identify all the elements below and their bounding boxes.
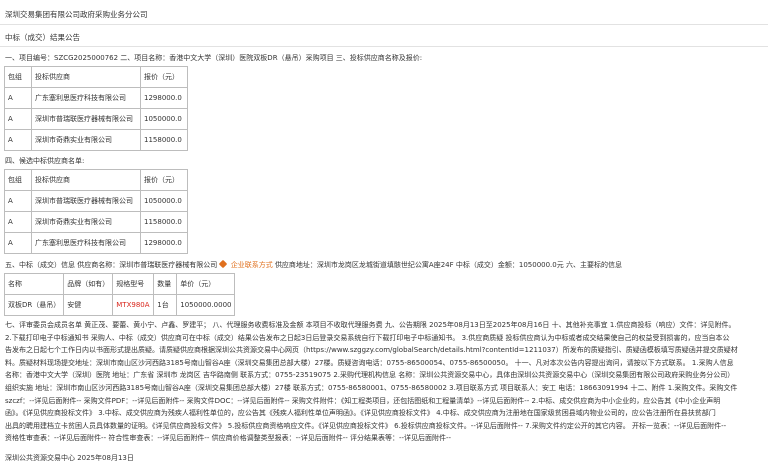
col-header: 投标供应商 [31, 66, 141, 88]
footer-signature: 深圳公共资源交易中心 2025年08月13日 [5, 454, 134, 462]
body-line: 名称：香港中文大学（深圳）医院 地址：广东省 深圳市 龙岗区 吉华路南侧 联系方… [5, 371, 735, 380]
table-cell: 深圳市奇鼎实业有限公司 [31, 211, 141, 233]
table-cell: 1050000.0000 [176, 294, 236, 316]
table-row: A 深圳市奇鼎实业有限公司 1158000.0 [4, 211, 188, 233]
col-header: 报价（元） [140, 169, 188, 191]
col-header: 报价（元） [140, 66, 188, 88]
col-header: 单价（元） [176, 273, 236, 295]
table-cell: A [4, 232, 32, 254]
col-header: 投标供应商 [31, 169, 141, 191]
table-row: 双板DR（悬吊） 安健 MTX980A 1台 1050000.0000 [3, 294, 236, 316]
table-cell: A [4, 87, 32, 109]
body-line: 资格性审查表：--详见后面附件-- 符合性审查表：--详见后面附件-- 供应商价… [5, 434, 452, 443]
model-number: MTX980A [112, 294, 155, 316]
org-name: 深圳交易集团有限公司政府采购业务分公司 [5, 10, 148, 19]
table-header-row: 名称 品牌（如有） 规格型号 数量 单价（元） [3, 273, 236, 295]
candidate-heading: 四、候选中标供应商名单: [5, 157, 85, 165]
table-cell: 双板DR（悬吊） [3, 294, 65, 316]
table-cell: 深圳市奇鼎实业有限公司 [31, 129, 141, 151]
table-cell: A [4, 211, 32, 233]
col-header: 数量 [153, 273, 178, 295]
body-line: 函》。《详见供应商投标文件》 3.中标、成交供应商为残疾人福利性单位的，应公告其… [5, 409, 716, 418]
bid-table: 包组 投标供应商 报价（元） A 广东塞利思医疗科技有限公司 1298000.0… [4, 66, 188, 151]
table-cell: 1298000.0 [140, 232, 188, 254]
table-header-row: 包组 投标供应商 报价（元） [4, 66, 188, 88]
table-cell: 1158000.0 [140, 211, 188, 233]
table-row: A 广东塞利思医疗科技有限公司 1298000.0 [4, 232, 188, 254]
body-line: 告发布之日起七个工作日内以书面形式提出质疑。请质疑供应商根据深圳公共资源交易中心… [5, 346, 738, 355]
body-line: 2.下载打印电子中标通知书 采购人、中标（成交）供应商可在中标（成交）结果公告发… [5, 333, 730, 342]
col-header: 品牌（如有） [63, 273, 114, 295]
col-header: 包组 [4, 169, 32, 191]
announcement-page: 深圳交易集团有限公司政府采购业务分公司 中标（成交）结果公告 一、项目编号：SZ… [0, 0, 768, 466]
table-cell: A [4, 108, 32, 130]
table-header-row: 包组 投标供应商 报价（元） [4, 169, 188, 191]
phone-icon [219, 259, 228, 269]
table-cell: 深圳市普瑞联医疗器械有限公司 [31, 190, 141, 212]
winner-line: 五、中标（成交）信息 供应商名称：深圳市普瑞联医疗器械有限公司 企业联系方式 供… [5, 259, 622, 270]
table-cell: 1158000.0 [140, 129, 188, 151]
table-cell: 1台 [153, 294, 178, 316]
table-cell: 广东塞利思医疗科技有限公司 [31, 232, 141, 254]
candidate-table: 包组 投标供应商 报价（元） A 深圳市普瑞联医疗器械有限公司 1050000.… [4, 169, 188, 254]
table-cell: 广东塞利思医疗科技有限公司 [31, 87, 141, 109]
table-cell: A [4, 129, 32, 151]
col-header: 包组 [4, 66, 32, 88]
divider-title [0, 46, 768, 47]
table-row: A 深圳市普瑞联医疗器械有限公司 1050000.0 [4, 190, 188, 212]
page-title: 中标（成交）结果公告 [5, 33, 80, 42]
winner-prefix: 五、中标（成交）信息 供应商名称：深圳市普瑞联医疗器械有限公司 [5, 261, 218, 269]
col-header: 名称 [3, 273, 65, 295]
table-cell: 1050000.0 [140, 108, 188, 130]
body-line: 组织实施 地址：深圳市南山区沙河西路3185号南山智谷A座（深圳交易集团总部大楼… [5, 383, 738, 392]
table-cell: 深圳市普瑞联医疗器械有限公司 [31, 108, 141, 130]
body-line: 出具的聘用建档立卡贫困人员具体数量的证明。《详见供应商投标文件》 5.投标供应商… [5, 421, 727, 430]
table-cell: A [4, 190, 32, 212]
col-header: 规格型号 [112, 273, 155, 295]
body-line: 七、评审委员会成员名单 黄正茂、要蕾、黄小宁、卢鑫、罗建平； 八、代理服务收费标… [5, 321, 736, 329]
company-contact-link[interactable]: 企业联系方式 [231, 261, 273, 269]
table-cell: 1298000.0 [140, 87, 188, 109]
intro-line: 一、项目编号：SZCG2025000762 二、项目名称：香港中文大学（深圳）医… [5, 54, 423, 62]
announcement-body: 七、评审委员会成员名单 黄正茂、要蕾、黄小宁、卢鑫、罗建平； 八、代理服务收费标… [5, 319, 765, 449]
divider-top [0, 24, 768, 25]
body-line: szczf：--详见后面附件-- 采购文件PDF：--详见后面附件-- 采购文件… [5, 396, 721, 405]
table-row: A 深圳市奇鼎实业有限公司 1158000.0 [4, 129, 188, 151]
table-row: A 广东塞利思医疗科技有限公司 1298000.0 [4, 87, 188, 109]
subject-table: 名称 品牌（如有） 规格型号 数量 单价（元） 双板DR（悬吊） 安健 MTX9… [3, 273, 236, 316]
table-cell: 1050000.0 [140, 190, 188, 212]
winner-suffix: 供应商地址：深圳市龙岗区龙城街道填骸世纪公寓A座24F 中标（成交）金额：105… [274, 261, 622, 269]
body-line: 料。质疑材料现场提交地址：深圳市南山区沙河西路3185号南山智谷A座（深圳交易集… [5, 358, 734, 367]
table-row: A 深圳市普瑞联医疗器械有限公司 1050000.0 [4, 108, 188, 130]
table-cell: 安健 [63, 294, 114, 316]
